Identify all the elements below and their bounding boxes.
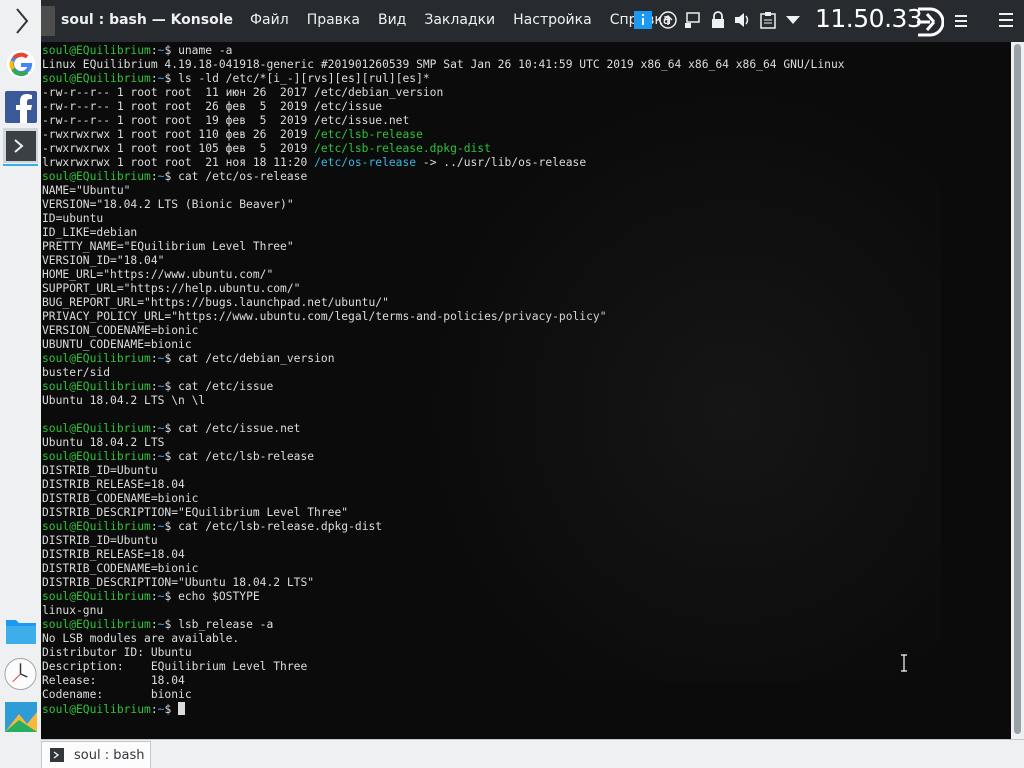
output-line: -rwxrwxrwx 1 root root 105 фев 5 2019 /e… bbox=[42, 142, 491, 155]
prompt-line: soul@EQuilibrium:~$ cat /etc/issue bbox=[42, 380, 274, 393]
prompt-line: soul@EQuilibrium:~$ lsb_release -a bbox=[42, 618, 274, 631]
chevron-right-icon[interactable] bbox=[4, 4, 37, 37]
prompt-line: soul@EQuilibrium:~$ cat /etc/lsb-release… bbox=[42, 520, 383, 533]
menu-view[interactable]: Вид bbox=[378, 12, 406, 28]
output-line: HOME_URL="https://www.ubuntu.com/" bbox=[42, 268, 274, 281]
output-line: PRIVACY_POLICY_URL="https://www.ubuntu.c… bbox=[42, 310, 607, 323]
folder-icon[interactable] bbox=[4, 614, 37, 647]
output-line: -rw-r--r-- 1 root root 11 июн 26 2017 /e… bbox=[42, 86, 444, 99]
lock-icon[interactable] bbox=[708, 8, 728, 32]
prompt-line: soul@EQuilibrium:~$ ls -ld /etc/*[i_-][r… bbox=[42, 72, 430, 85]
output-line: Codename: bionic bbox=[42, 688, 192, 701]
scrollbar-thumb[interactable] bbox=[1014, 44, 1021, 734]
output-line: Ubuntu 18.04.2 LTS bbox=[42, 436, 165, 449]
prompt-line: soul@EQuilibrium:~$ echo $OSTYPE bbox=[42, 590, 260, 603]
output-line: No LSB modules are available. bbox=[42, 632, 240, 645]
prompt-line[interactable]: soul@EQuilibrium:~$ bbox=[42, 702, 186, 716]
ibeam-cursor-icon bbox=[900, 654, 908, 676]
menu-bookmarks[interactable]: Закладки bbox=[424, 12, 495, 28]
menu-file[interactable]: Файл bbox=[250, 12, 289, 28]
window-menu-icon[interactable] bbox=[955, 13, 967, 33]
prompt-line: soul@EQuilibrium:~$ cat /etc/debian_vers… bbox=[42, 352, 335, 365]
output-line: BUG_REPORT_URL="https://bugs.launchpad.n… bbox=[42, 296, 389, 309]
output-line: DISTRIB_CODENAME=bionic bbox=[42, 492, 199, 505]
tab-bar: soul : bash bbox=[41, 739, 1024, 768]
tab-label: soul : bash bbox=[74, 747, 145, 763]
output-line: DISTRIB_RELEASE=18.04 bbox=[42, 548, 185, 561]
output-line: Ubuntu 18.04.2 LTS \n \l bbox=[42, 394, 206, 407]
output-line: VERSION_CODENAME=bionic bbox=[42, 324, 199, 337]
prompt-line: soul@EQuilibrium:~$ cat /etc/os-release bbox=[42, 170, 308, 183]
info-icon[interactable] bbox=[633, 8, 653, 32]
active-indicator bbox=[3, 164, 38, 166]
text-cursor bbox=[178, 702, 186, 715]
output-line: DISTRIB_RELEASE=18.04 bbox=[42, 478, 185, 491]
output-line: Description: EQuilibrium Level Three bbox=[42, 660, 308, 673]
terminal-tab-icon bbox=[50, 748, 64, 762]
output-line: DISTRIB_ID=Ubuntu bbox=[42, 534, 158, 547]
konsole-icon[interactable] bbox=[3, 128, 38, 163]
prompt-line: soul@EQuilibrium:~$ cat /etc/issue.net bbox=[42, 422, 301, 435]
tab-session[interactable]: soul : bash bbox=[41, 741, 151, 768]
output-line: buster/sid bbox=[42, 366, 111, 379]
power-icon[interactable] bbox=[914, 6, 945, 42]
menu-bar: Файл Правка Вид Закладки Настройка Справ… bbox=[250, 12, 689, 28]
output-line: ID=ubuntu bbox=[42, 212, 104, 225]
menu-edit[interactable]: Правка bbox=[307, 12, 360, 28]
prompt-line: soul@EQuilibrium:~$ uname -a bbox=[42, 44, 233, 57]
output-line: lrwxrwxrwx 1 root root 21 ноя 18 11:20 /… bbox=[42, 156, 587, 169]
output-line: DISTRIB_CODENAME=bionic bbox=[42, 562, 199, 575]
tray-expand-icon[interactable] bbox=[783, 8, 803, 32]
devices-icon[interactable] bbox=[683, 8, 703, 32]
output-line: -rwxrwxrwx 1 root root 110 фев 26 2019 /… bbox=[42, 128, 423, 141]
google-icon[interactable] bbox=[4, 47, 37, 80]
output-line: DISTRIB_DESCRIPTION="EQuilibrium Level T… bbox=[42, 506, 349, 519]
kate-icon[interactable] bbox=[4, 700, 37, 733]
output-line: -rw-r--r-- 1 root root 26 фев 5 2019 /et… bbox=[42, 100, 383, 113]
system-tray bbox=[633, 8, 808, 32]
output-line: SUPPORT_URL="https://help.ubuntu.com/" bbox=[42, 282, 301, 295]
facebook-icon[interactable] bbox=[4, 90, 37, 123]
clock[interactable]: 11.50.33 bbox=[815, 4, 923, 33]
output-line: DISTRIB_ID=Ubuntu bbox=[42, 464, 158, 477]
volume-icon[interactable] bbox=[733, 8, 753, 32]
output-line: Distributor ID: Ubuntu bbox=[42, 646, 192, 659]
output-line: NAME="Ubuntu" bbox=[42, 184, 131, 197]
output-line: Release: 18.04 bbox=[42, 674, 185, 687]
prompt-line: soul@EQuilibrium:~$ cat /etc/lsb-release bbox=[42, 450, 315, 463]
terminal-view[interactable]: soul@EQuilibrium:~$ uname -a Linux EQuil… bbox=[41, 42, 1011, 739]
panel-menu-icon[interactable] bbox=[999, 11, 1013, 35]
left-dock bbox=[0, 0, 41, 768]
menu-settings[interactable]: Настройка bbox=[513, 12, 592, 28]
output-line: PRETTY_NAME="EQuilibrium Level Three" bbox=[42, 240, 294, 253]
output-line: VERSION_ID="18.04" bbox=[42, 254, 165, 267]
output-line: UBUNTU_CODENAME=bionic bbox=[42, 338, 192, 351]
update-icon[interactable] bbox=[658, 8, 678, 32]
output-line: -rw-r--r-- 1 root root 19 фев 5 2019 /et… bbox=[42, 114, 410, 127]
output-line: Linux EQuilibrium 4.19.18-041918-generic… bbox=[42, 58, 845, 71]
output-line: ID_LIKE=debian bbox=[42, 226, 138, 239]
window-title: soul : bash — Konsole bbox=[61, 12, 234, 28]
clipboard-icon[interactable] bbox=[758, 8, 778, 32]
scrollbar[interactable] bbox=[1011, 42, 1024, 739]
output-line: VERSION="18.04.2 LTS (Bionic Beaver)" bbox=[42, 198, 294, 211]
clock-icon[interactable] bbox=[4, 657, 37, 690]
app-icon bbox=[41, 6, 55, 36]
output-line: DISTRIB_DESCRIPTION="Ubuntu 18.04.2 LTS" bbox=[42, 576, 315, 589]
output-line: linux-gnu bbox=[42, 604, 104, 617]
title-bar: soul : bash — Konsole Файл Правка Вид За… bbox=[41, 0, 1024, 42]
